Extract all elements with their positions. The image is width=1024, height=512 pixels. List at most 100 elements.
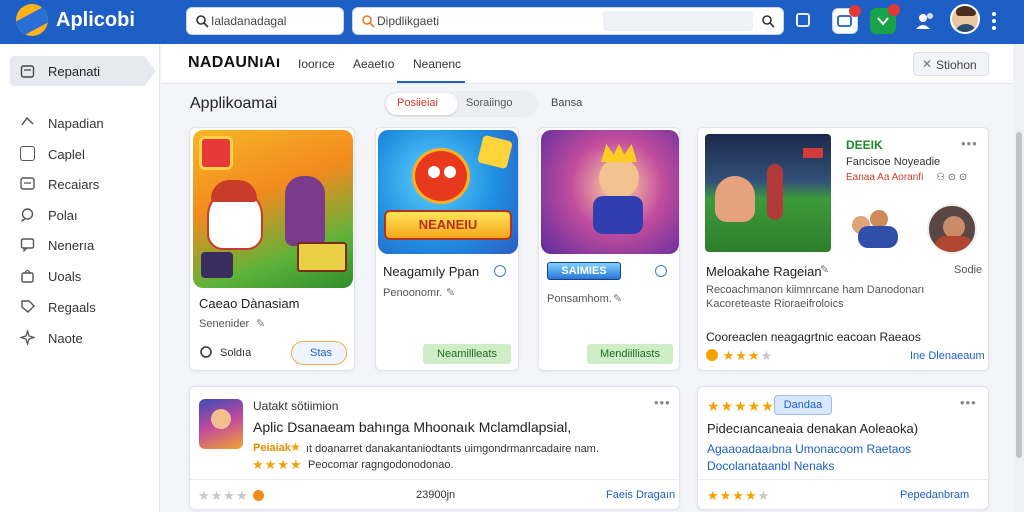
review-link[interactable]: Pepedanbram xyxy=(900,489,969,501)
app-developer: Penoonomr. xyxy=(383,287,443,299)
sidebar-item-polai[interactable]: Polaı xyxy=(20,204,150,226)
more-options-icon[interactable]: ••• xyxy=(654,395,671,410)
crown-icon xyxy=(601,144,637,162)
tab-neanenc[interactable]: Neanenc xyxy=(413,57,461,71)
scrollbar[interactable] xyxy=(1014,44,1024,512)
user-avatar[interactable] xyxy=(950,4,980,34)
search-submit-icon[interactable] xyxy=(761,14,775,28)
install-button[interactable]: Stas xyxy=(291,341,347,365)
section-link[interactable]: Bansa xyxy=(551,97,582,109)
review-title: Pidecıancaneaia denakan Aoleaoka) xyxy=(707,421,919,436)
info-icon[interactable] xyxy=(655,265,667,277)
users-button[interactable] xyxy=(912,8,938,34)
featured-card[interactable]: DEEIK ••• Fancisoe Noyeadie Eanaa Aa Aor… xyxy=(697,127,989,371)
app-thumbnail xyxy=(193,130,353,288)
search-icon xyxy=(362,15,375,28)
bag-icon xyxy=(21,269,34,283)
sidebar-item-naote[interactable]: Naote xyxy=(20,327,150,349)
filter-toggle: Posiieiai Soraiingo xyxy=(384,91,538,117)
sidebar-item-label: Recaiars xyxy=(48,177,100,192)
app-thumbnail xyxy=(541,130,679,254)
app-action-label[interactable]: Soldıa xyxy=(220,347,251,359)
app-title: Caeao Dànasiam xyxy=(199,296,300,311)
featured-tagline: Eanaa Aa Aoranfi xyxy=(846,172,924,183)
info-icon[interactable] xyxy=(494,265,506,277)
sidebar-item-uoals[interactable]: Uoals xyxy=(20,265,150,287)
review-text-2: Docolanataanbl Nenaks xyxy=(707,459,835,473)
sidebar-item-caplel[interactable]: Caplel xyxy=(20,143,150,165)
tab-ioorice[interactable]: Ioorıce xyxy=(298,57,335,71)
app-developer: Ponsamhom. xyxy=(547,293,612,305)
featured-description: Recoachmanon kiimnrcane ham Danodonarı xyxy=(706,284,925,296)
top-bar: Aplicobi Ialadanadagal Dipdlikgaeti xyxy=(0,0,1024,44)
game-wordmark: SAIMIES xyxy=(547,262,621,280)
game-logo-icon xyxy=(199,136,233,170)
notification-badge xyxy=(849,5,861,17)
message-icon xyxy=(20,238,35,252)
puzzle-icon xyxy=(20,330,35,345)
header-action-button[interactable]: ✕ Stiohon xyxy=(913,52,989,76)
characters-illustration xyxy=(850,208,906,248)
scrollbar-thumb[interactable] xyxy=(1016,132,1022,458)
rating-stars: ★★★★ xyxy=(706,348,773,364)
divider xyxy=(190,479,681,480)
sidebar-item-regaals[interactable]: Regaals xyxy=(20,296,150,318)
more-options-icon[interactable]: ••• xyxy=(960,395,977,410)
filter-option-other[interactable]: Soraiingo xyxy=(466,97,512,109)
profile-avatar xyxy=(927,204,977,254)
tab-aeaetio[interactable]: Aeaetıo xyxy=(353,57,394,71)
bookmark-button[interactable] xyxy=(790,8,816,34)
character-figure xyxy=(715,176,755,222)
secondary-search-input[interactable]: Ialadanadagal xyxy=(186,7,344,35)
featured-title: Meloakahe Rageian xyxy=(706,264,822,279)
sidebar-item-label: Naote xyxy=(48,331,83,346)
game-banner xyxy=(297,242,347,272)
app-title: Neagamıly Ppan xyxy=(383,264,480,279)
messages-button[interactable] xyxy=(832,5,861,34)
review-card[interactable]: ★★★★★ Dandaa ••• Pidecıancaneaia denakan… xyxy=(697,386,990,510)
app-title: Aplicobi xyxy=(56,9,135,31)
app-card[interactable]: SAIMIES Ponsamhom. ✎ Mendiilliasts xyxy=(538,127,680,371)
app-logo[interactable] xyxy=(16,4,48,36)
sidebar-item-active[interactable]: Repanati xyxy=(10,56,156,86)
notification-badge xyxy=(888,4,900,16)
more-menu-icon[interactable] xyxy=(992,12,996,30)
sidebar-item-neneria[interactable]: Nenerıa xyxy=(20,234,150,256)
review-text: Agaaoadaaıbna Umonacoom Raetaos xyxy=(707,442,912,456)
review-card[interactable]: Uatakt sötiimion ••• Aplic Dsanaeam bahı… xyxy=(189,386,681,510)
divider xyxy=(698,479,990,480)
more-options-icon[interactable]: ••• xyxy=(961,136,978,151)
app-card[interactable]: NEANEIU Neagamıly Ppan Penoonomr. ✎ Neam… xyxy=(375,127,519,371)
install-button[interactable]: Mendiilliasts xyxy=(587,344,673,364)
sidebar-item-label: Polaı xyxy=(48,208,78,223)
download-button[interactable] xyxy=(870,4,900,34)
share-icons[interactable]: ⚇ ⊙ ⊙ xyxy=(936,172,967,183)
character-figure xyxy=(767,164,783,220)
install-button-label: Stas xyxy=(310,347,333,359)
sidebar-item-label: Regaals xyxy=(48,300,96,315)
featured-subtitle: Fancisoe Noyeadie xyxy=(846,156,941,168)
secondary-search-value: Ialadanadagal xyxy=(211,14,287,28)
featured-description-2: Kacoreteaste Rioraeifroloics xyxy=(706,298,844,310)
install-button[interactable]: Neamillleats xyxy=(423,344,511,364)
sidebar-item-label: Caplel xyxy=(48,147,85,162)
sidebar-item-napadian[interactable]: Napadian xyxy=(20,112,150,134)
featured-right-label: Sodie xyxy=(954,264,983,276)
filter-option-active-label: Posiieiai xyxy=(397,97,438,109)
rating-stars: ★★★★ xyxy=(252,457,303,472)
verified-icon: ✎ xyxy=(446,287,456,299)
square-icon xyxy=(20,146,35,161)
review-link[interactable]: Faeis Dragaın xyxy=(606,489,675,501)
featured-link[interactable]: Ine Dlenaeaum xyxy=(910,350,985,362)
page-brand: NADAUNıAı xyxy=(188,54,281,71)
sidebar-item-label: Napadian xyxy=(48,116,104,131)
app-thumbnail: NEANEIU xyxy=(378,130,518,254)
section-title: Applikoamai xyxy=(190,95,278,112)
home-icon xyxy=(20,65,35,78)
sidebar-item-recaiars[interactable]: Recaiars xyxy=(20,173,150,195)
verified-icon: ✎ xyxy=(256,318,266,330)
close-icon: ✕ xyxy=(922,57,933,71)
app-card[interactable]: Caeao Dànasiam Senenider ✎ Soldıa Stas xyxy=(189,127,355,371)
main-search-input[interactable]: Dipdlikgaeti xyxy=(352,7,784,35)
featured-label: DEEIK xyxy=(846,138,883,152)
